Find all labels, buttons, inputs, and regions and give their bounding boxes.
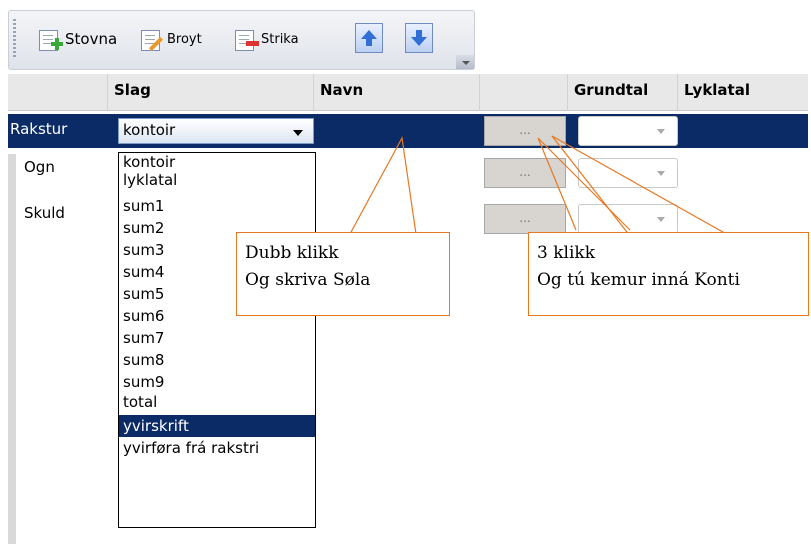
callout-pointer-right-a <box>537 137 631 231</box>
callout-pointer-left <box>349 136 417 235</box>
callout-left-line1: Dubb klikk <box>245 243 339 263</box>
callout-right-line1: 3 klikk <box>537 243 595 263</box>
callout-right-line2: Og tú kemur inná Konti <box>537 270 740 290</box>
callout-pointer-right-b <box>551 135 731 237</box>
callout-right: 3 klikk Og tú kemur inná Konti <box>528 232 809 316</box>
callout-left: Dubb klikk Og skriva Søla <box>236 232 450 316</box>
callout-left-line2: Og skriva Søla <box>245 270 371 290</box>
